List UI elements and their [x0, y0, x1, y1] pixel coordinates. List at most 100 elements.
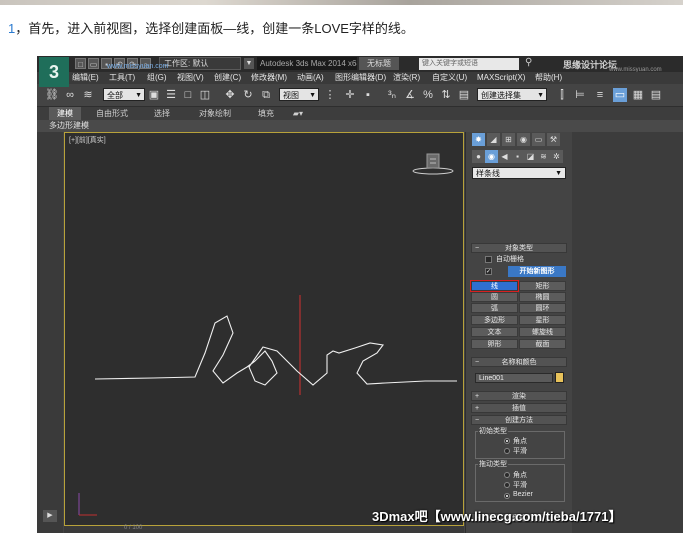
graphite-ribbon-icon[interactable]: ▭: [613, 88, 627, 102]
drag-smooth-radio[interactable]: [504, 482, 510, 488]
tab-selection[interactable]: 选择: [147, 107, 177, 120]
new-file-icon[interactable]: □: [75, 58, 86, 69]
timeline-strip[interactable]: 0 / 100: [64, 525, 464, 533]
hierarchy-panel-icon[interactable]: ⊞: [502, 133, 515, 146]
geometry-icon[interactable]: ●: [472, 150, 485, 163]
select-by-name-icon[interactable]: ☰: [164, 88, 178, 102]
move-icon[interactable]: ✥: [223, 88, 237, 102]
schematic-view-icon[interactable]: ▤: [649, 88, 663, 102]
viewcube-icon[interactable]: [412, 153, 454, 175]
category-dropdown[interactable]: 样条线 ▼: [472, 167, 566, 179]
mirror-icon[interactable]: ⫿: [555, 88, 569, 102]
layer-manager-icon[interactable]: ≡: [593, 88, 607, 102]
egg-button[interactable]: 卵形: [471, 339, 518, 349]
utilities-panel-icon[interactable]: ⚒: [547, 133, 560, 146]
rollout-name-color[interactable]: − 名称和颜色: [471, 357, 567, 367]
initial-smooth-radio[interactable]: [504, 448, 510, 454]
bind-spacewarp-icon[interactable]: ≋: [81, 88, 95, 102]
cameras-icon[interactable]: ▪: [511, 150, 524, 163]
tab-modeling[interactable]: 建模: [49, 107, 81, 120]
menu-create[interactable]: 创建(C): [214, 72, 241, 84]
scale-icon[interactable]: ⧉: [259, 88, 273, 102]
love-spline[interactable]: [94, 315, 457, 386]
menu-rendering[interactable]: 渲染(R): [393, 72, 420, 84]
initial-corner-radio[interactable]: [504, 438, 510, 444]
spinner-snap-icon[interactable]: ⇅: [439, 88, 453, 102]
section-button[interactable]: 截面: [519, 339, 566, 349]
percent-snap-icon[interactable]: %: [421, 88, 435, 102]
play-icon[interactable]: ▶: [43, 510, 57, 522]
search-input[interactable]: 键入关键字或短语: [419, 58, 519, 70]
rectangle-button[interactable]: 矩形: [519, 281, 566, 291]
circle-button[interactable]: 圆: [471, 292, 518, 302]
shapes-icon[interactable]: ◉: [485, 150, 498, 163]
reference-coordinate-dropdown[interactable]: 视图 ▼: [279, 88, 319, 101]
tab-freeform[interactable]: 自由形式: [87, 107, 137, 120]
ellipse-button[interactable]: 椭圆: [519, 292, 566, 302]
helix-button[interactable]: 螺旋线: [519, 327, 566, 337]
polygon-modeling-label[interactable]: 多边形建模: [49, 120, 89, 132]
rollout-interpolation[interactable]: + 插值: [471, 403, 567, 413]
ribbon-options-icon[interactable]: ▰▾: [289, 107, 307, 120]
start-new-shape-checkbox[interactable]: ✓: [485, 268, 492, 275]
menu-group[interactable]: 组(G): [147, 72, 167, 84]
angle-snap-icon[interactable]: ∡: [403, 88, 417, 102]
menu-help[interactable]: 帮助(H): [535, 72, 562, 84]
modify-panel-icon[interactable]: ◢: [487, 133, 500, 146]
rollout-title: 渲染: [512, 393, 526, 400]
line-button[interactable]: 线: [470, 280, 519, 292]
drag-corner-radio[interactable]: [504, 472, 510, 478]
chevron-down-icon[interactable]: ▼: [244, 58, 254, 69]
window-crossing-icon[interactable]: ◫: [198, 88, 212, 102]
menu-graph-editors[interactable]: 图形编辑器(D): [335, 72, 386, 84]
donut-button[interactable]: 圆环: [519, 303, 566, 313]
tab-object-paint[interactable]: 对象绘制: [195, 107, 235, 120]
create-panel-icon[interactable]: ✸: [472, 133, 485, 146]
pivot-center-icon[interactable]: ⋮: [323, 88, 337, 102]
ngon-button[interactable]: 多边形: [471, 315, 518, 325]
text-button[interactable]: 文本: [471, 327, 518, 337]
menu-view[interactable]: 视图(V): [177, 72, 204, 84]
helpers-icon[interactable]: ◪: [524, 150, 537, 163]
binoculars-icon[interactable]: ⚲: [525, 57, 534, 68]
rollout-creation-method[interactable]: − 创建方法: [471, 415, 567, 425]
rectangular-selection-icon[interactable]: □: [181, 88, 195, 102]
keyboard-shortcut-icon[interactable]: ▪: [361, 88, 375, 102]
lights-icon[interactable]: ◀: [498, 150, 511, 163]
menu-edit[interactable]: 编辑(E): [72, 72, 99, 84]
display-panel-icon[interactable]: ▭: [532, 133, 545, 146]
motion-panel-icon[interactable]: ◉: [517, 133, 530, 146]
snaps-toggle-icon[interactable]: ³ₙ: [385, 88, 399, 102]
front-viewport[interactable]: [+][前][真实]: [64, 132, 464, 526]
app-logo-icon[interactable]: 3: [39, 57, 69, 87]
select-manipulate-icon[interactable]: ✛: [343, 88, 357, 102]
drag-bezier-radio[interactable]: [504, 493, 510, 499]
menu-tools[interactable]: 工具(T): [109, 72, 135, 84]
menu-maxscript[interactable]: MAXScript(X): [477, 72, 525, 84]
unlink-icon[interactable]: ∞: [63, 88, 77, 102]
align-icon[interactable]: ⊨: [573, 88, 587, 102]
systems-icon[interactable]: ✲: [550, 150, 563, 163]
open-file-icon[interactable]: ▭: [88, 58, 99, 69]
link-icon[interactable]: ⛓: [45, 88, 59, 102]
arc-button[interactable]: 弧: [471, 303, 518, 313]
menu-modifiers[interactable]: 修改器(M): [251, 72, 287, 84]
object-name-input[interactable]: Line001: [475, 373, 553, 383]
rollout-object-type[interactable]: − 对象类型: [471, 243, 567, 253]
workspace-dropdown[interactable]: 工作区: 默认: [159, 57, 241, 70]
named-selection-dropdown[interactable]: 创建选择集 ▼: [477, 88, 547, 101]
curve-editor-icon[interactable]: ▦: [631, 88, 645, 102]
select-object-icon[interactable]: ▣: [147, 88, 161, 102]
autogrid-checkbox[interactable]: [485, 256, 492, 263]
menu-animation[interactable]: 动画(A): [297, 72, 324, 84]
menu-customize[interactable]: 自定义(U): [432, 72, 467, 84]
rollout-rendering[interactable]: + 渲染: [471, 391, 567, 401]
edit-named-selection-icon[interactable]: ▤: [457, 88, 471, 102]
tab-populate[interactable]: 填充: [251, 107, 281, 120]
selection-filter-dropdown[interactable]: 全部 ▼: [103, 88, 145, 101]
object-color-swatch[interactable]: [555, 372, 564, 383]
space-warps-icon[interactable]: ≋: [537, 150, 550, 163]
start-new-shape-button[interactable]: 开始新图形: [508, 266, 566, 277]
star-button[interactable]: 星形: [519, 315, 566, 325]
rotate-icon[interactable]: ↻: [241, 88, 255, 102]
